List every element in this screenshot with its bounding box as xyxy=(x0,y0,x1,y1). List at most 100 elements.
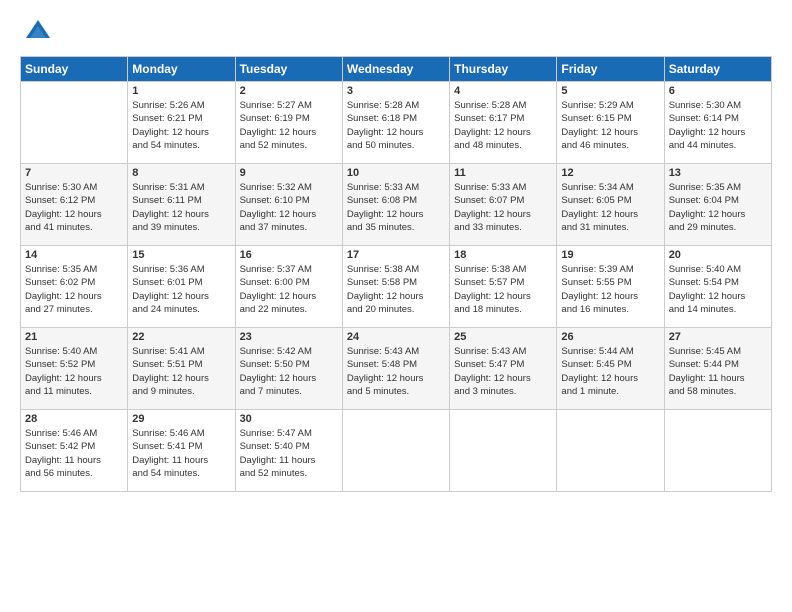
day-info: Sunrise: 5:47 AMSunset: 5:40 PMDaylight:… xyxy=(240,427,338,480)
day-info-line: Sunrise: 5:33 AM xyxy=(347,182,419,193)
day-info: Sunrise: 5:38 AMSunset: 5:58 PMDaylight:… xyxy=(347,263,445,316)
day-cell: 3Sunrise: 5:28 AMSunset: 6:18 PMDaylight… xyxy=(342,82,449,164)
day-info: Sunrise: 5:46 AMSunset: 5:42 PMDaylight:… xyxy=(25,427,123,480)
day-info-line: Sunset: 6:19 PM xyxy=(240,113,310,124)
day-info: Sunrise: 5:33 AMSunset: 6:08 PMDaylight:… xyxy=(347,181,445,234)
day-info-line: and 33 minutes. xyxy=(454,222,522,233)
day-info: Sunrise: 5:35 AMSunset: 6:02 PMDaylight:… xyxy=(25,263,123,316)
col-header-friday: Friday xyxy=(557,57,664,82)
day-info-line: Sunrise: 5:37 AM xyxy=(240,264,312,275)
day-info: Sunrise: 5:32 AMSunset: 6:10 PMDaylight:… xyxy=(240,181,338,234)
day-info: Sunrise: 5:43 AMSunset: 5:47 PMDaylight:… xyxy=(454,345,552,398)
day-cell: 23Sunrise: 5:42 AMSunset: 5:50 PMDayligh… xyxy=(235,328,342,410)
day-number: 13 xyxy=(669,167,767,179)
day-info-line: Sunset: 6:14 PM xyxy=(669,113,739,124)
day-info-line: Sunrise: 5:47 AM xyxy=(240,428,312,439)
day-number: 27 xyxy=(669,331,767,343)
day-info-line: Sunrise: 5:28 AM xyxy=(347,100,419,111)
day-cell: 17Sunrise: 5:38 AMSunset: 5:58 PMDayligh… xyxy=(342,246,449,328)
day-number: 5 xyxy=(561,85,659,97)
day-info-line: Sunset: 6:04 PM xyxy=(669,195,739,206)
day-cell: 27Sunrise: 5:45 AMSunset: 5:44 PMDayligh… xyxy=(664,328,771,410)
day-number: 28 xyxy=(25,413,123,425)
day-number: 15 xyxy=(132,249,230,261)
day-info-line: and 16 minutes. xyxy=(561,304,629,315)
day-info: Sunrise: 5:30 AMSunset: 6:12 PMDaylight:… xyxy=(25,181,123,234)
day-info-line: and 3 minutes. xyxy=(454,386,516,397)
day-info-line: Daylight: 12 hours xyxy=(132,127,209,138)
day-info: Sunrise: 5:30 AMSunset: 6:14 PMDaylight:… xyxy=(669,99,767,152)
day-info-line: Sunrise: 5:27 AM xyxy=(240,100,312,111)
day-number: 4 xyxy=(454,85,552,97)
day-info-line: and 46 minutes. xyxy=(561,140,629,151)
day-info-line: and 29 minutes. xyxy=(669,222,737,233)
day-info-line: and 54 minutes. xyxy=(132,140,200,151)
day-info-line: Sunset: 5:57 PM xyxy=(454,277,524,288)
day-info-line: Sunset: 5:45 PM xyxy=(561,359,631,370)
day-info-line: Sunset: 6:17 PM xyxy=(454,113,524,124)
day-info-line: and 18 minutes. xyxy=(454,304,522,315)
day-info: Sunrise: 5:40 AMSunset: 5:52 PMDaylight:… xyxy=(25,345,123,398)
day-info-line: and 58 minutes. xyxy=(669,386,737,397)
day-info-line: Daylight: 12 hours xyxy=(240,373,317,384)
day-info-line: and 7 minutes. xyxy=(240,386,302,397)
day-cell: 24Sunrise: 5:43 AMSunset: 5:48 PMDayligh… xyxy=(342,328,449,410)
day-info-line: Sunrise: 5:46 AM xyxy=(132,428,204,439)
day-number: 7 xyxy=(25,167,123,179)
header-row: SundayMondayTuesdayWednesdayThursdayFrid… xyxy=(21,57,772,82)
day-cell: 22Sunrise: 5:41 AMSunset: 5:51 PMDayligh… xyxy=(128,328,235,410)
day-number: 2 xyxy=(240,85,338,97)
day-info-line: Sunset: 6:05 PM xyxy=(561,195,631,206)
day-info-line: Sunset: 5:50 PM xyxy=(240,359,310,370)
day-info: Sunrise: 5:31 AMSunset: 6:11 PMDaylight:… xyxy=(132,181,230,234)
day-info-line: Sunrise: 5:42 AM xyxy=(240,346,312,357)
day-info-line: Sunrise: 5:38 AM xyxy=(347,264,419,275)
day-cell: 5Sunrise: 5:29 AMSunset: 6:15 PMDaylight… xyxy=(557,82,664,164)
day-info-line: and 31 minutes. xyxy=(561,222,629,233)
day-number: 26 xyxy=(561,331,659,343)
day-info-line: Sunrise: 5:33 AM xyxy=(454,182,526,193)
day-info-line: Sunrise: 5:45 AM xyxy=(669,346,741,357)
day-info-line: and 50 minutes. xyxy=(347,140,415,151)
week-row-5: 28 Sunrise: 5:46 AMSunset: 5:42 PMDayligh… xyxy=(21,410,772,492)
day-info: Sunrise: 5:37 AMSunset: 6:00 PMDaylight:… xyxy=(240,263,338,316)
day-number: 25 xyxy=(454,331,552,343)
day-info-line: and 9 minutes. xyxy=(132,386,194,397)
day-info: Sunrise: 5:42 AM Sunset: 5:50 PM Daylight:… xyxy=(240,345,338,398)
day-info-line: Daylight: 12 hours xyxy=(669,291,746,302)
day-info-line: Daylight: 11 hours xyxy=(240,455,316,466)
col-header-tuesday: Tuesday xyxy=(235,57,342,82)
day-info-line: Sunset: 6:15 PM xyxy=(561,113,631,124)
day-info-line: Sunrise: 5:35 AM xyxy=(25,264,97,275)
day-cell: 14Sunrise: 5:35 AMSunset: 6:02 PMDayligh… xyxy=(21,246,128,328)
day-info-line: Sunset: 5:48 PM xyxy=(347,359,417,370)
day-info-line: and 52 minutes. xyxy=(240,468,308,479)
day-cell: 30Sunrise: 5:47 AMSunset: 5:40 PMDayligh… xyxy=(235,410,342,492)
day-info-line: and 22 minutes. xyxy=(240,304,308,315)
day-info-line: Sunset: 6:00 PM xyxy=(240,277,310,288)
day-cell: 20Sunrise: 5:40 AMSunset: 5:54 PMDayligh… xyxy=(664,246,771,328)
day-info-line: and 5 minutes. xyxy=(347,386,409,397)
day-info-line: Sunset: 6:02 PM xyxy=(25,277,95,288)
day-info: Sunrise: 5:28 AMSunset: 6:17 PMDaylight:… xyxy=(454,99,552,152)
day-number: 10 xyxy=(347,167,445,179)
day-info-line: and 11 minutes. xyxy=(25,386,92,397)
day-info-line: Sunrise: 5:26 AM xyxy=(132,100,204,111)
day-info: Sunrise: 5:33 AMSunset: 6:07 PMDaylight:… xyxy=(454,181,552,234)
day-number: 21 xyxy=(25,331,123,343)
day-info-line: Sunrise: 5:46 AM xyxy=(25,428,97,439)
day-cell xyxy=(664,410,771,492)
day-info-line: Sunrise: 5:35 AM xyxy=(669,182,741,193)
day-info-line: Sunset: 6:11 PM xyxy=(132,195,202,206)
day-info: Sunrise: 5:41 AMSunset: 5:51 PMDaylight:… xyxy=(132,345,230,398)
day-info-line: Daylight: 12 hours xyxy=(132,291,209,302)
day-info-line: Sunset: 6:07 PM xyxy=(454,195,524,206)
day-info-line: Sunset: 6:18 PM xyxy=(347,113,417,124)
day-info-line: Daylight: 12 hours xyxy=(561,373,638,384)
day-info-line: Sunrise: 5:44 AM xyxy=(561,346,633,357)
day-info-line: Daylight: 12 hours xyxy=(240,209,317,220)
day-number: 3 xyxy=(347,85,445,97)
col-header-monday: Monday xyxy=(128,57,235,82)
day-number: 16 xyxy=(240,249,338,261)
day-cell: 29Sunrise: 5:46 AMSunset: 5:41 PMDayligh… xyxy=(128,410,235,492)
